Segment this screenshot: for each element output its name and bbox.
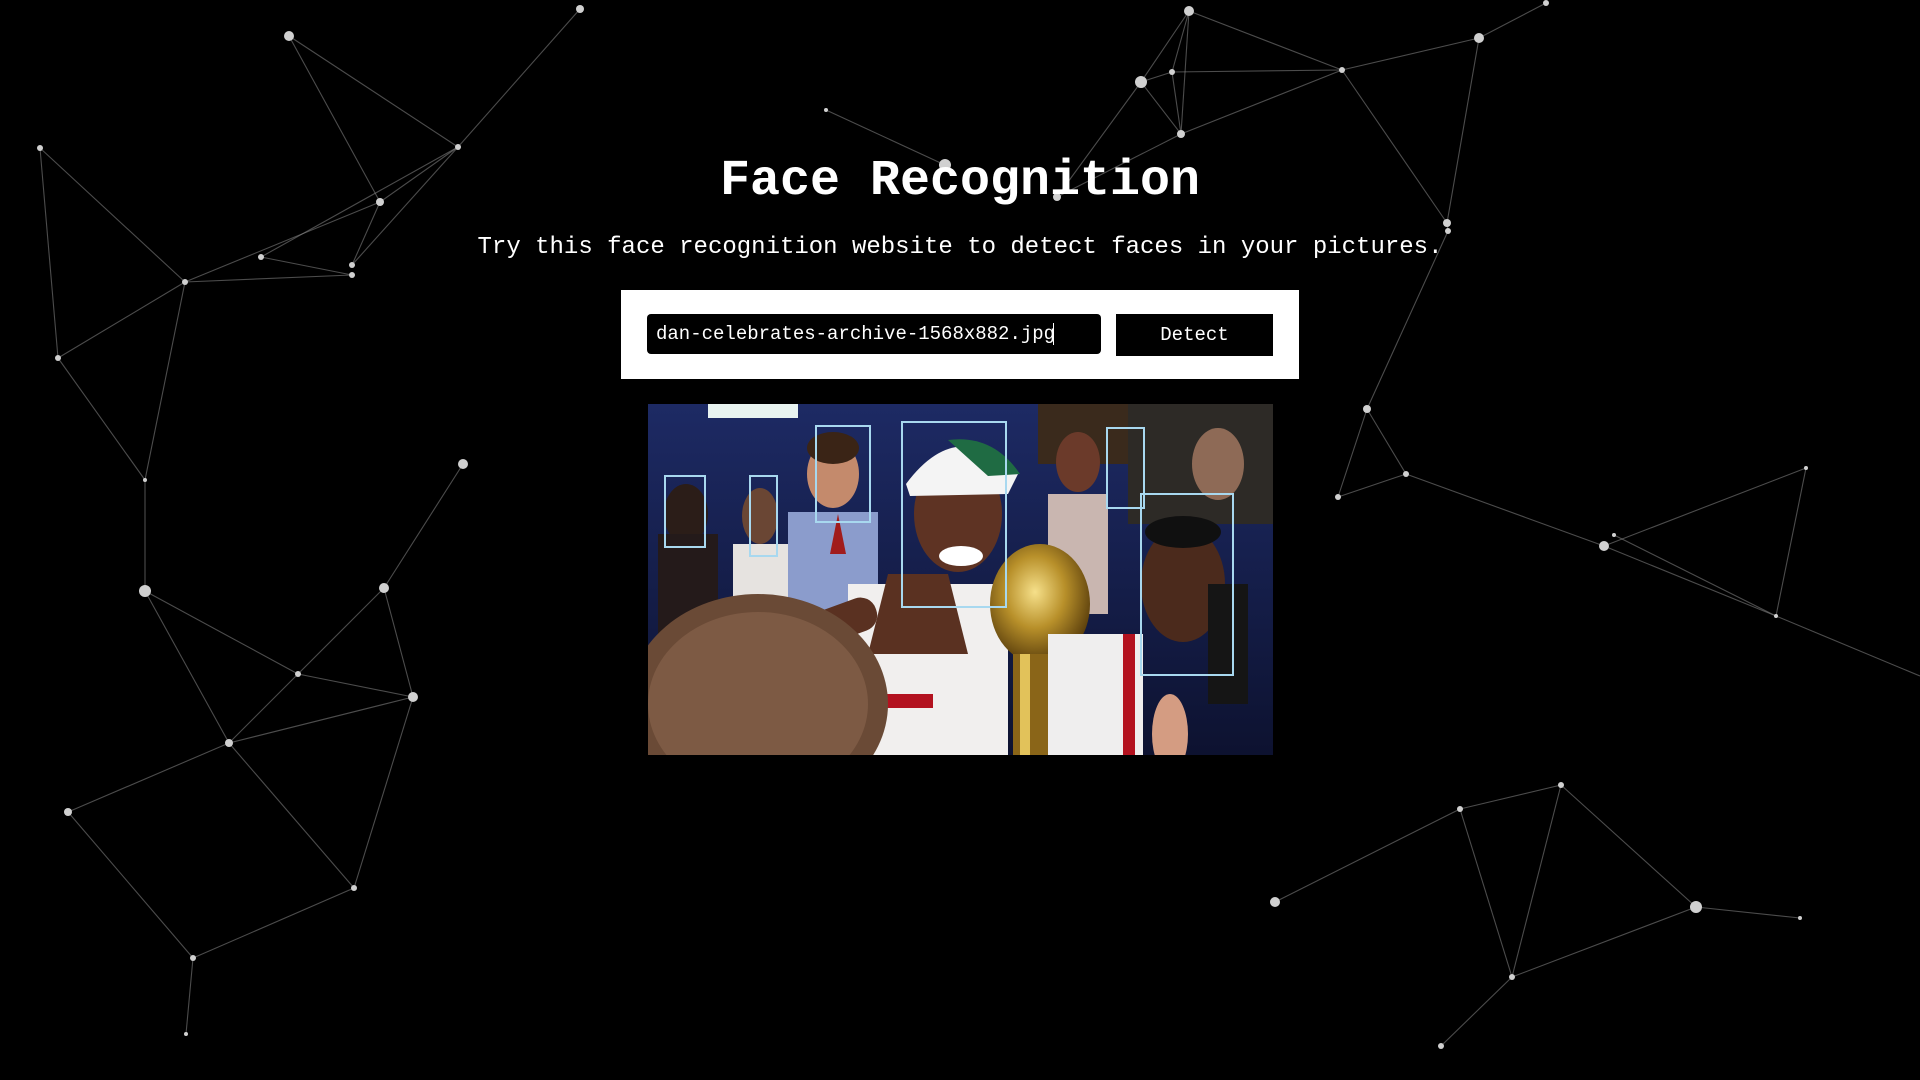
text-caret — [1053, 322, 1055, 345]
face-bounding-box — [749, 475, 778, 557]
image-url-form: dan-celebrates-archive-1568x882.jpg Dete… — [621, 290, 1299, 379]
face-bounding-box — [815, 425, 871, 523]
detect-button[interactable]: Detect — [1116, 314, 1273, 356]
page-title: Face Recognition — [719, 153, 1201, 210]
face-bounding-box — [1140, 493, 1234, 676]
result-photo — [648, 404, 1273, 755]
face-bounding-box — [664, 475, 706, 548]
image-url-value: dan-celebrates-archive-1568x882.jpg — [656, 323, 1056, 345]
image-url-input[interactable]: dan-celebrates-archive-1568x882.jpg — [647, 314, 1101, 354]
face-bounding-box — [901, 421, 1007, 608]
page-subtitle: Try this face recognition website to det… — [477, 234, 1443, 261]
